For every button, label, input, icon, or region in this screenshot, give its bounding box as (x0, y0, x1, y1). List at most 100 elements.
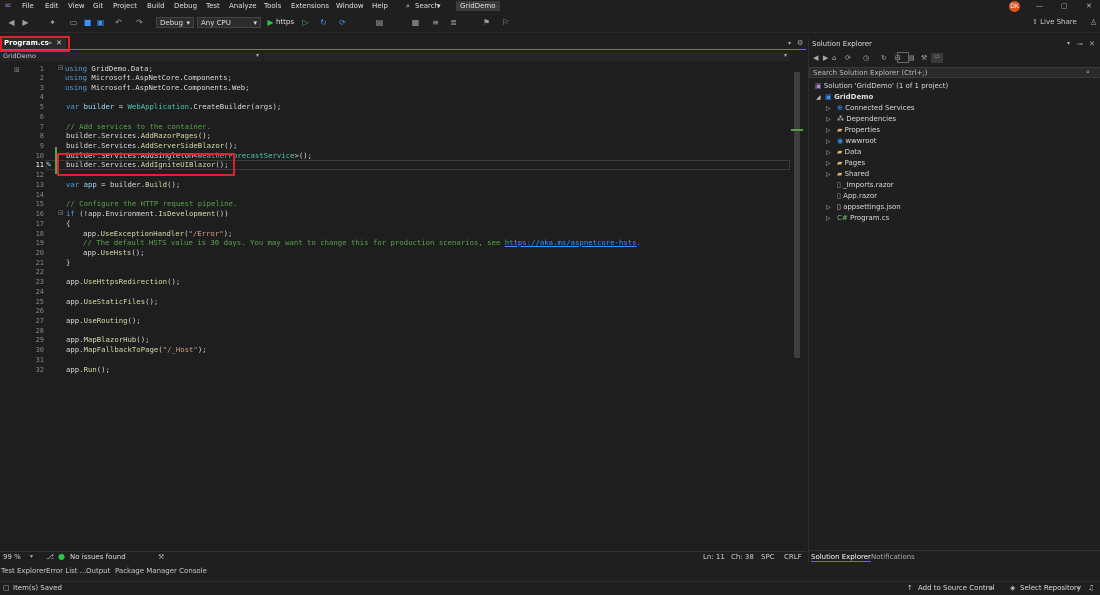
maximize-icon[interactable]: ▢ (1061, 2, 1068, 10)
tree-item-imports-razor[interactable]: ▯ _Imports.razor (837, 181, 894, 189)
line-ending-indicator[interactable]: CRLF (784, 553, 802, 561)
collapse-arrow-icon[interactable]: ▷ (826, 105, 831, 112)
zoom-level[interactable]: 99 % (3, 553, 21, 561)
editor-scrollbar[interactable] (791, 62, 803, 550)
tree-item-shared[interactable]: ▰ Shared (837, 170, 869, 178)
hot-reload-icon[interactable]: ↻ (318, 17, 329, 28)
hsts-link[interactable]: https://aka.ms/aspnetcore-hsts (505, 238, 637, 247)
search-icon[interactable]: ⌕ (406, 2, 410, 11)
source-control-dropdown-icon[interactable]: ▴ (990, 584, 993, 591)
tab-output[interactable]: Output (86, 567, 110, 575)
se-history-icon[interactable]: ◷ (863, 54, 869, 62)
menu-edit[interactable]: Edit (45, 2, 59, 10)
collapse-arrow-icon[interactable]: ▷ (826, 215, 831, 222)
menu-analyze[interactable]: Analyze (229, 2, 257, 10)
line-indicator[interactable]: Ln: 11 (703, 553, 725, 561)
solution-node[interactable]: ▣ Solution 'GridDemo' (1 of 1 project) (815, 82, 948, 90)
back-icon[interactable]: ◀ (6, 17, 17, 28)
collapse-arrow-icon[interactable]: ▷ (826, 138, 831, 145)
search-menu[interactable]: Search (415, 2, 439, 10)
menu-build[interactable]: Build (147, 2, 165, 10)
menu-test[interactable]: Test (206, 2, 220, 10)
comment-icon[interactable]: ≡ (430, 17, 441, 28)
tree-item-wwwroot[interactable]: ◉ wwwroot (837, 137, 877, 145)
tab-test-explorer[interactable]: Test Explorer (1, 567, 46, 575)
save-icon[interactable]: ■ (82, 17, 93, 28)
zoom-dropdown-icon[interactable]: ▾ (30, 553, 33, 560)
tree-item-pages[interactable]: ▰ Pages (837, 159, 865, 167)
brush-icon[interactable]: ⚒ (158, 553, 164, 561)
select-repository[interactable]: Select Repository (1020, 584, 1081, 592)
tree-item-appsettings[interactable]: ▯ appsettings.json (837, 203, 901, 211)
scrollbar-thumb[interactable] (794, 72, 800, 358)
tab-solution-explorer[interactable]: Solution Explorer (811, 553, 871, 562)
collapse-marker-icon[interactable]: ⊟ (58, 64, 64, 72)
tree-item-data[interactable]: ▰ Data (837, 148, 861, 156)
expand-arrow-icon[interactable]: ◢ (816, 94, 821, 101)
run-icon[interactable]: ▶ (265, 17, 276, 28)
tab-package-manager-console[interactable]: Package Manager Console (115, 567, 207, 575)
issues-status[interactable]: No issues found (70, 553, 126, 561)
refresh-icon[interactable]: ⟳ (337, 17, 348, 28)
menu-file[interactable]: File (22, 2, 34, 10)
panel-dropdown-icon[interactable]: ▾ (1067, 40, 1070, 47)
se-forward-icon[interactable]: ▶ (823, 54, 828, 62)
tab-dropdown-icon[interactable]: ▾ (788, 40, 791, 47)
tree-item-properties[interactable]: ▰ Properties (837, 126, 880, 134)
add-to-source-control[interactable]: Add to Source Control (918, 584, 995, 592)
whitespace-indicator[interactable]: SPC (761, 553, 775, 561)
menu-view[interactable]: View (68, 2, 85, 10)
redo-icon[interactable]: ↷ (134, 17, 145, 28)
collapse-arrow-icon[interactable]: ▷ (826, 171, 831, 178)
menu-tools[interactable]: Tools (264, 2, 281, 10)
uncomment-icon[interactable]: ≣ (448, 17, 459, 28)
solution-search-input[interactable]: Search Solution Explorer (Ctrl+;) ⌕ (809, 67, 1100, 78)
undo-icon[interactable]: ↶ (113, 17, 124, 28)
configuration-select[interactable]: Debug ▾ (156, 17, 194, 28)
tab-notifications[interactable]: Notifications (871, 553, 915, 561)
collapse-arrow-icon[interactable]: ▷ (826, 160, 831, 167)
live-share-button[interactable]: ⇧ Live Share (1032, 18, 1077, 26)
run-profile-button[interactable]: https (276, 18, 294, 26)
platform-select[interactable]: Any CPU ▾ (197, 17, 261, 28)
se-preview-icon[interactable]: ▭ (931, 53, 943, 63)
tab-error-list[interactable]: Error List ... (46, 567, 86, 575)
menu-window[interactable]: Window (336, 2, 364, 10)
menu-git[interactable]: Git (93, 2, 103, 10)
close-window-icon[interactable]: ✕ (1086, 2, 1092, 10)
bookmark-icon[interactable]: ⚑ (481, 17, 492, 28)
minimize-icon[interactable]: — (1036, 2, 1043, 10)
se-sync-icon[interactable]: ⟳ (845, 54, 851, 62)
tab-settings-icon[interactable]: ⚙ (797, 39, 803, 47)
menu-project[interactable]: Project (113, 2, 137, 10)
project-node[interactable]: ▣ GridDemo (825, 93, 873, 101)
collapse-arrow-icon[interactable]: ▷ (826, 204, 831, 211)
save-all-icon[interactable]: ▣ (95, 17, 106, 28)
tree-item-app-razor[interactable]: ▯ App.razor (837, 192, 877, 200)
notifications-icon[interactable]: ♫ (1088, 584, 1094, 592)
open-folder-icon[interactable]: ▭ (68, 17, 79, 28)
panel-pin-icon[interactable]: ⊸ (1077, 40, 1083, 48)
collapse-marker-icon[interactable]: ⊟ (58, 209, 64, 217)
collapse-arrow-icon[interactable]: ▷ (826, 116, 831, 123)
se-home-icon[interactable]: ⌂ (832, 54, 836, 62)
panel-close-icon[interactable]: ✕ (1089, 40, 1095, 48)
se-back-icon[interactable]: ◀ (813, 54, 818, 62)
collapse-arrow-icon[interactable]: ▷ (826, 149, 831, 156)
forward-icon[interactable]: ▶ (20, 17, 31, 28)
tree-item-dependencies[interactable]: ⁂ Dependencies (837, 115, 896, 123)
new-item-icon[interactable]: ✦ (47, 17, 58, 28)
menu-debug[interactable]: Debug (174, 2, 197, 10)
tree-item-program-cs[interactable]: C# Program.cs (837, 214, 889, 222)
tree-item-connected-services[interactable]: ⊕ Connected Services (837, 104, 915, 112)
bookmark-next-icon[interactable]: ⚐ (500, 17, 511, 28)
collapse-arrow-icon[interactable]: ▷ (826, 127, 831, 134)
layout-icon[interactable]: ▦ (410, 17, 421, 28)
se-properties-icon[interactable]: ⚒ (921, 54, 927, 62)
user-avatar[interactable]: DK (1009, 1, 1020, 12)
project-nav-dropdown[interactable]: GridDemo ▾ (0, 52, 262, 61)
se-search-icon[interactable]: ⌕ (1086, 68, 1090, 77)
menu-extensions[interactable]: Extensions (291, 2, 329, 10)
member-nav-dropdown[interactable]: ▾ (264, 52, 790, 61)
se-refresh-icon[interactable]: ↻ (881, 54, 887, 62)
